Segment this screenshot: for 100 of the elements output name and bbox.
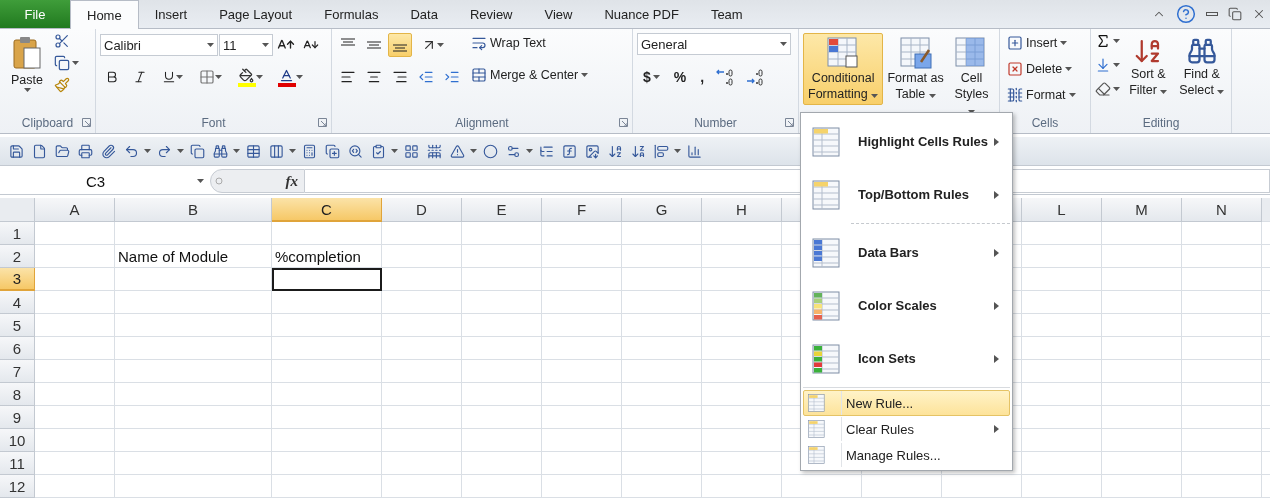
grid-cell[interactable] [382,222,462,245]
grid-cell[interactable] [1022,406,1102,429]
column-header[interactable]: L [1022,198,1102,222]
grid-cell[interactable] [702,452,782,475]
dialog-launcher-icon[interactable] [318,118,327,127]
grid-cell[interactable] [542,314,622,337]
grid-cell[interactable] [272,360,382,383]
grid-cell[interactable] [35,337,115,360]
ribbon-tab[interactable]: Page Layout [203,0,309,28]
column-header[interactable]: D [382,198,462,222]
menu-item[interactable]: Clear Rules [803,416,1010,442]
ribbon-tab[interactable]: File [0,0,70,28]
grid-cell[interactable] [622,452,702,475]
grid-cell[interactable] [382,383,462,406]
grid-cell[interactable] [1102,475,1182,498]
row-header[interactable]: 9 [0,406,35,429]
grid-cell[interactable] [35,222,115,245]
grid-cell[interactable] [942,475,1022,498]
grid-cell[interactable] [542,429,622,452]
grid-cell[interactable] [462,475,542,498]
grid-cell[interactable] [1022,314,1102,337]
grid-cell[interactable] [272,452,382,475]
ribbon-tab[interactable]: Review [453,0,529,28]
menu-item[interactable]: Manage Rules... [803,442,1010,468]
cells-button[interactable]: Insert [1004,33,1079,53]
row-header[interactable]: 11 [0,452,35,475]
grid-cell[interactable] [462,245,542,268]
grid-cell[interactable] [115,383,272,406]
grid-cell[interactable] [702,383,782,406]
grid-cell[interactable] [382,268,462,291]
grid-cell[interactable] [115,222,272,245]
grid-cell[interactable] [462,429,542,452]
grid-cell[interactable] [542,222,622,245]
grid-cell[interactable] [542,337,622,360]
grid-cell[interactable] [1022,291,1102,314]
grid-cell[interactable] [462,291,542,314]
grid-cell[interactable] [462,406,542,429]
grid-cell[interactable] [1022,337,1102,360]
grid-cell[interactable] [1022,222,1102,245]
grid-cell[interactable] [1102,406,1182,429]
grid-cell[interactable] [35,291,115,314]
grid-cell[interactable] [1022,475,1102,498]
grid-cell[interactable] [702,429,782,452]
row-header[interactable]: 3 [0,268,35,291]
grid-cell[interactable] [1102,383,1182,406]
grid-cell[interactable] [542,383,622,406]
grid-cell[interactable] [462,452,542,475]
grid-cell[interactable] [622,360,702,383]
column-header[interactable]: C [272,198,382,222]
insert-function-button[interactable]: fx [285,172,298,190]
grid-cell[interactable] [272,475,382,498]
grid-cell[interactable] [622,406,702,429]
row-header[interactable]: 12 [0,475,35,498]
row-header[interactable]: 1 [0,222,35,245]
grid-cell[interactable] [542,291,622,314]
column-header[interactable]: M [1102,198,1182,222]
grid-cell[interactable] [272,291,382,314]
menu-item[interactable]: Icon Sets [803,332,1010,385]
styles-button[interactable]: Conditional Formatting [803,33,884,105]
grid-cell[interactable] [35,406,115,429]
grid-cell[interactable] [542,452,622,475]
column-header[interactable]: B [115,198,272,222]
grid-cell[interactable] [35,475,115,498]
grid-cell[interactable] [1022,245,1102,268]
grid-cell[interactable] [382,360,462,383]
select-all-corner[interactable] [0,198,35,222]
grid-cell[interactable] [1022,383,1102,406]
grid-cell[interactable] [702,360,782,383]
menu-item[interactable]: Data Bars [803,226,1010,279]
grid-cell[interactable] [702,245,782,268]
ribbon-tab[interactable]: View [528,0,589,28]
grid-cell[interactable] [1102,245,1182,268]
grid-cell[interactable] [382,475,462,498]
grid-cell[interactable] [35,429,115,452]
grid-cell[interactable] [115,406,272,429]
grid-cell[interactable] [35,452,115,475]
grid-cell[interactable] [622,222,702,245]
grid-cell[interactable] [115,268,272,291]
wrap-text-button[interactable]: Wrap Text [468,33,592,53]
grid-cell[interactable]: Name of Module [115,245,272,268]
column-header[interactable]: N [1182,198,1262,222]
grid-cell[interactable] [35,268,115,291]
row-header[interactable]: 2 [0,245,35,268]
grid-cell[interactable] [115,475,272,498]
grid-cell[interactable] [622,475,702,498]
grid-cell[interactable] [272,383,382,406]
grid-cell[interactable] [622,383,702,406]
grid-cell[interactable] [1022,429,1102,452]
grid-cell[interactable] [462,337,542,360]
styles-button[interactable]: Format as Table [884,33,947,105]
row-header[interactable]: 4 [0,291,35,314]
grid-cell[interactable] [462,268,542,291]
grid-cell[interactable] [542,475,622,498]
grid-cell[interactable] [382,245,462,268]
grid-cell[interactable] [35,314,115,337]
menu-item[interactable]: Color Scales [803,279,1010,332]
grid-cell[interactable] [622,245,702,268]
grid-cell[interactable] [702,314,782,337]
row-header[interactable]: 5 [0,314,35,337]
grid-cell[interactable] [272,314,382,337]
